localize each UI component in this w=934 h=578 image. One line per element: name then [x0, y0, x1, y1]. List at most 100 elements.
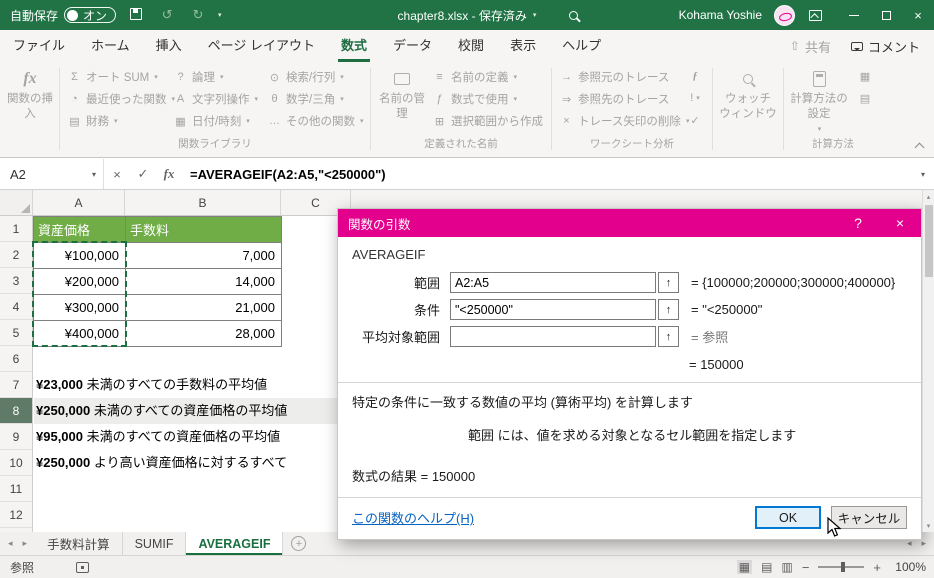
row-header-3[interactable]: 3 — [0, 268, 32, 294]
average-range-input[interactable] — [450, 326, 656, 347]
scroll-down-icon[interactable]: ▾ — [927, 519, 931, 532]
avatar[interactable] — [774, 4, 795, 26]
cell-B5[interactable]: 28,000 — [126, 321, 282, 347]
vertical-scroll-thumb[interactable] — [924, 205, 933, 277]
insert-function-fx-button[interactable]: fx — [156, 159, 182, 189]
name-box-caret-icon[interactable]: ▾ — [85, 170, 103, 179]
cell-A2[interactable]: ¥100,000 — [34, 243, 126, 269]
collapse-ribbon-icon[interactable] — [914, 141, 924, 151]
recent-functions-button[interactable]: ◔ 最近使った関数 ▾ — [64, 88, 175, 110]
calculation-options-button[interactable]: 計算方法の設定 ▾ — [788, 66, 850, 137]
criteria-collapse-button[interactable]: ↑ — [658, 299, 679, 320]
range-input[interactable] — [450, 272, 656, 293]
range-collapse-button[interactable]: ↑ — [658, 272, 679, 293]
scroll-up-icon[interactable]: ▴ — [927, 190, 931, 203]
use-in-formula-button[interactable]: ƒ 数式で使用 ▾ — [429, 88, 547, 110]
create-from-selection-button[interactable]: ⊞ 選択範囲から作成 — [429, 110, 547, 132]
redo-button[interactable]: ↻ — [187, 7, 209, 23]
search-button[interactable] — [561, 10, 587, 20]
lookup-button[interactable]: ⊙ 検索/行列 ▾ — [264, 66, 366, 88]
autosum-button[interactable]: Σ オート SUM ▾ — [64, 66, 170, 88]
macro-record-icon[interactable] — [76, 561, 90, 573]
quick-access-caret-icon[interactable]: ▾ — [218, 11, 222, 19]
dialog-title-bar[interactable]: 関数の引数 ? × — [338, 209, 921, 237]
row-header-7[interactable]: 7 — [0, 372, 32, 398]
logical-button[interactable]: ? 論理 ▾ — [170, 66, 264, 88]
zoom-out-button[interactable]: − — [802, 560, 810, 575]
row-header-5[interactable]: 5 — [0, 320, 32, 346]
row-header-9[interactable]: 9 — [0, 424, 32, 450]
view-normal-button[interactable]: ▦ — [736, 560, 753, 574]
function-help-link[interactable]: この関数のヘルプ(H) — [352, 508, 474, 527]
insert-function-button[interactable]: fx 関数の挿入 — [5, 66, 55, 125]
cell-A7[interactable]: ¥23,000 未満のすべての手数料の平均値 — [36, 372, 267, 398]
row-header-12[interactable]: 12 — [0, 502, 32, 528]
zoom-slider-thumb[interactable] — [841, 562, 846, 572]
watch-window-button[interactable]: ウォッチ ウィンドウ — [717, 66, 779, 125]
expand-formula-bar-icon[interactable]: ▾ — [912, 159, 934, 189]
col-header-b[interactable]: B — [125, 190, 281, 215]
cell-A8[interactable]: ¥250,000 未満のすべての資産価格の平均値 — [36, 398, 287, 424]
sheet-tab-tesuryo[interactable]: 手数料計算 — [35, 532, 123, 555]
row-header-4[interactable]: 4 — [0, 294, 32, 320]
tab-page-layout[interactable]: ページ レイアウト — [195, 30, 328, 62]
undo-button[interactable]: ↺ — [156, 7, 178, 23]
cell-A5[interactable]: ¥400,000 — [34, 321, 126, 347]
comments-button[interactable]: コメント — [850, 37, 920, 56]
tab-view[interactable]: 表示 — [497, 30, 549, 62]
vertical-scrollbar[interactable]: ▴ ▾ — [922, 190, 934, 532]
sheet-tab-sumif[interactable]: SUMIF — [123, 532, 187, 555]
row-header-11[interactable]: 11 — [0, 476, 32, 502]
tab-formulas[interactable]: 数式 — [328, 30, 380, 62]
define-name-button[interactable]: ≡ 名前の定義 ▾ — [429, 66, 547, 88]
trace-dependents-button[interactable]: ⇒ 参照先のトレース — [556, 88, 680, 110]
error-checking-button[interactable]: ! ▾ — [682, 88, 708, 108]
maximize-button[interactable] — [870, 0, 902, 30]
zoom-slider[interactable] — [818, 562, 865, 572]
hscroll-right-icon[interactable]: ▸ — [921, 538, 926, 549]
tab-review[interactable]: 校閲 — [445, 30, 497, 62]
name-box[interactable]: A2 ▾ — [0, 159, 104, 189]
show-formulas-button[interactable]: ƒ — [682, 66, 708, 86]
share-button[interactable]: ⇧ 共有 — [790, 37, 831, 56]
financial-button[interactable]: ▤ 財務 ▾ — [64, 110, 170, 132]
trace-precedents-button[interactable]: → 参照元のトレース — [556, 66, 680, 88]
zoom-level[interactable]: 100% — [890, 560, 926, 574]
autosave-pill[interactable]: オン — [64, 7, 117, 23]
cell-A10[interactable]: ¥250,000 より高い資産価格に対するすべて — [36, 450, 287, 476]
cell-B3[interactable]: 14,000 — [126, 269, 282, 295]
ok-button[interactable]: OK — [755, 506, 821, 529]
row-header-8[interactable]: 8 — [0, 398, 32, 424]
dialog-help-button[interactable]: ? — [837, 209, 879, 237]
tab-help[interactable]: ヘルプ — [549, 30, 614, 62]
user-name[interactable]: Kohama Yoshie — [679, 8, 762, 22]
datetime-button[interactable]: ▦ 日付/時刻 ▾ — [170, 110, 264, 132]
view-page-break-button[interactable]: ▥ — [781, 560, 792, 574]
cell-B1[interactable]: 手数料 — [126, 217, 282, 243]
sheet-nav-left-icon[interactable]: ◂ — [8, 538, 13, 549]
name-manager-button[interactable]: 名前の管理 — [375, 66, 429, 132]
calculate-sheet-button[interactable]: ▤ — [852, 88, 878, 108]
zoom-in-button[interactable]: + — [873, 560, 881, 575]
row-header-10[interactable]: 10 — [0, 450, 32, 476]
enter-entry-button[interactable]: ✓ — [130, 159, 156, 189]
row-header-2[interactable]: 2 — [0, 242, 32, 268]
sheet-nav-right-icon[interactable]: ▸ — [23, 538, 28, 549]
tab-home[interactable]: ホーム — [78, 30, 143, 62]
calculate-now-button[interactable]: ▦ — [852, 66, 878, 86]
cell-A4[interactable]: ¥300,000 — [34, 295, 126, 321]
tab-file[interactable]: ファイル — [0, 30, 78, 62]
save-button[interactable] — [125, 7, 147, 23]
cancel-entry-button[interactable]: × — [104, 159, 130, 189]
row-header-6[interactable]: 6 — [0, 346, 32, 372]
remove-arrows-button[interactable]: × トレース矢印の削除 ▾ — [556, 110, 689, 132]
cell-B4[interactable]: 21,000 — [126, 295, 282, 321]
view-page-layout-button[interactable]: ▤ — [761, 560, 772, 574]
cell-B2[interactable]: 7,000 — [126, 243, 282, 269]
select-all-corner[interactable] — [0, 190, 33, 215]
tab-data[interactable]: データ — [380, 30, 445, 62]
cell-A9[interactable]: ¥95,000 未満のすべての資産価格の平均値 — [36, 424, 280, 450]
row-header-1[interactable]: 1 — [0, 216, 32, 242]
new-sheet-button[interactable]: + — [291, 536, 307, 551]
evaluate-formula-button[interactable]: ✓ — [682, 110, 708, 130]
